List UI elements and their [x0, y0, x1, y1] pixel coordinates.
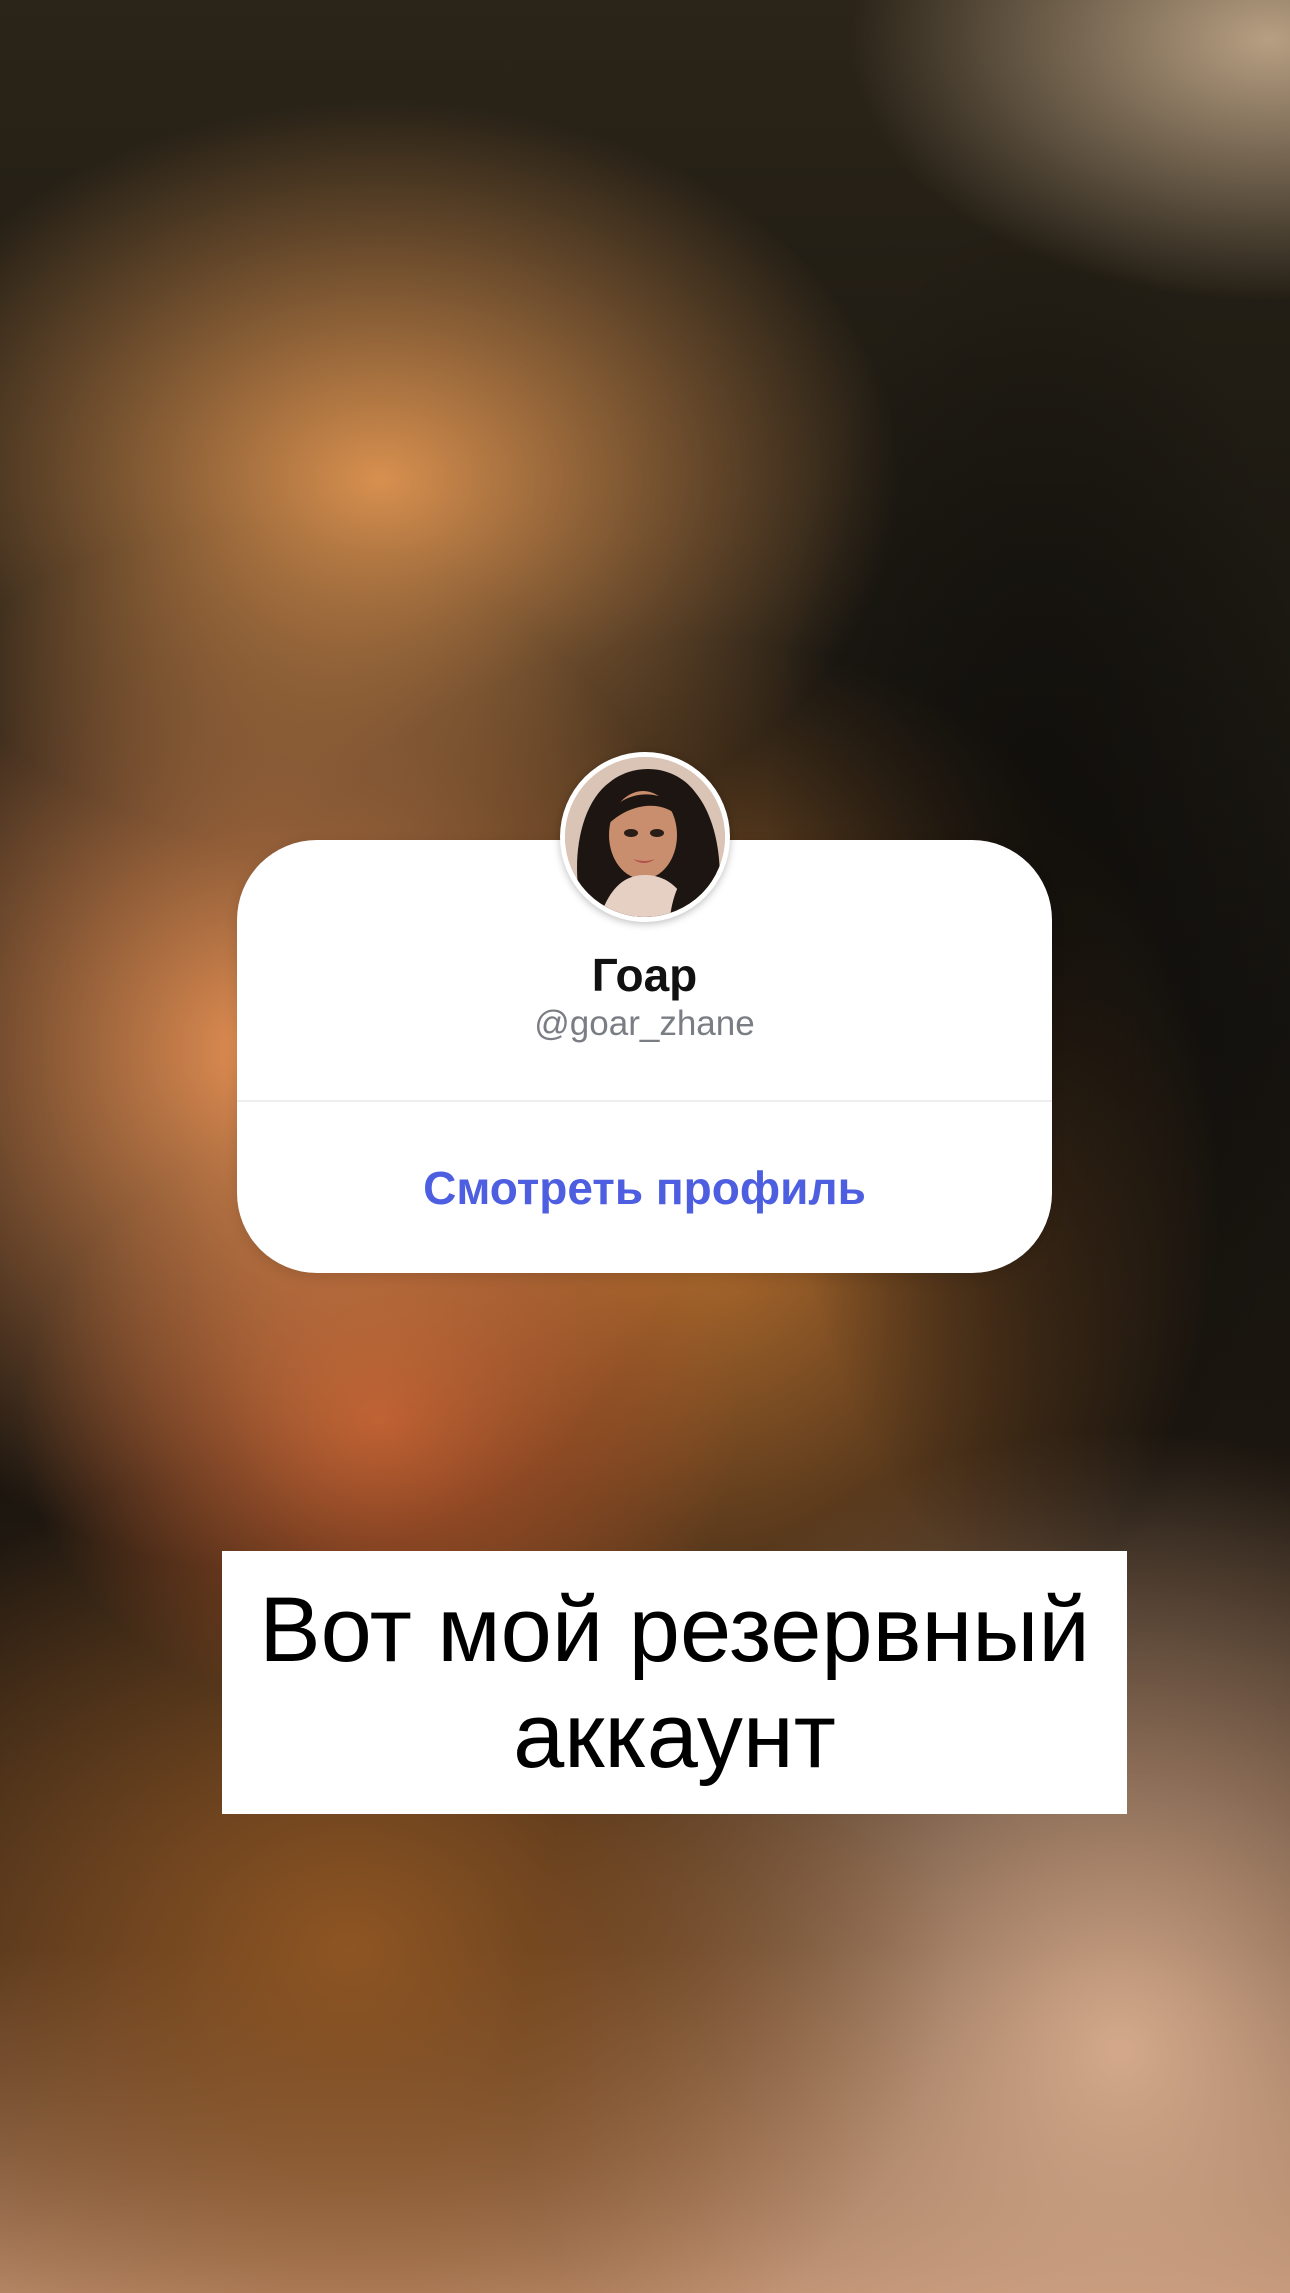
avatar[interactable]: [560, 752, 730, 922]
profile-handle: @goar_zhane: [534, 1004, 755, 1043]
avatar-illustration: [565, 757, 725, 917]
profile-name: Гоар: [591, 949, 698, 1001]
view-profile-button[interactable]: Смотреть профиль: [237, 1102, 1052, 1273]
avatar-photo: [565, 757, 725, 917]
story-canvas: Гоар @goar_zhane Смотреть профиль Вот мо…: [0, 0, 1290, 2293]
caption-text: Вот мой резервный аккаунт: [259, 1578, 1090, 1787]
caption-box: Вот мой резервный аккаунт: [222, 1551, 1127, 1814]
